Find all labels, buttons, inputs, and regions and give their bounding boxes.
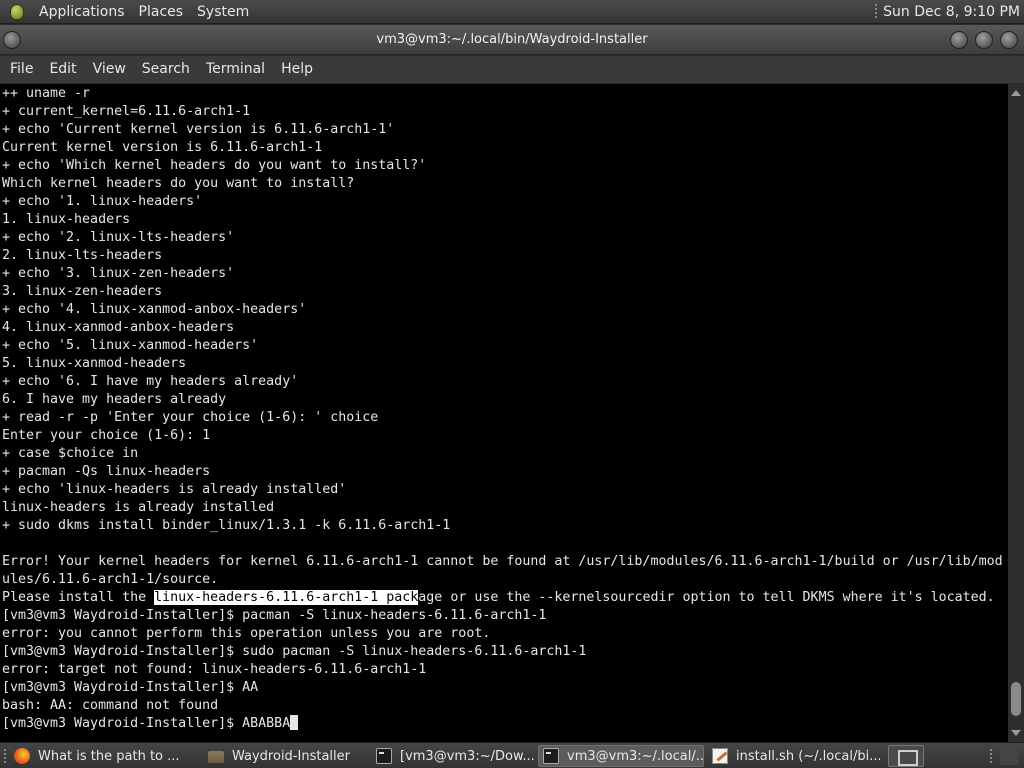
minimize-icon[interactable] (950, 31, 968, 49)
task-terminal-downloads[interactable]: [vm3@vm3:~/Dow... (372, 745, 536, 767)
terminal-line: + pacman -Qs linux-headers (2, 464, 211, 479)
scroll-down-icon[interactable] (1011, 730, 1021, 736)
terminal-line: Current kernel version is 6.11.6-arch1-1 (2, 140, 323, 155)
terminal-line: [vm3@vm3 Waydroid-Installer]$ pacman -S … (2, 608, 547, 623)
scrollbar-thumb[interactable] (1011, 682, 1021, 716)
menu-edit[interactable]: Edit (42, 56, 83, 83)
terminal-line: Error! Your kernel headers for kernel 6.… (2, 554, 1003, 569)
terminal-line: + read -r -p 'Enter your choice (1-6): '… (2, 410, 379, 425)
terminal-line: 2. linux-lts-headers (2, 248, 163, 263)
panel-separator (875, 3, 878, 20)
terminal-line: + current_kernel=6.11.6-arch1-1 (2, 104, 251, 119)
task-label: Waydroid-Installer (232, 748, 350, 764)
terminal-line: + echo 'Which kernel headers do you want… (2, 158, 427, 173)
terminal-line: Enter your choice (1-6): 1 (2, 428, 211, 443)
scroll-up-icon[interactable] (1011, 90, 1021, 96)
task-label: What is the path to ... (38, 748, 180, 764)
firefox-icon (14, 748, 30, 764)
terminal-line: [vm3@vm3 Waydroid-Installer]$ sudo pacma… (2, 644, 587, 659)
distro-logo-icon[interactable] (6, 1, 28, 23)
text-cursor (290, 715, 299, 730)
show-desktop-button[interactable] (888, 745, 924, 767)
terminal-line: + case $choice in (2, 446, 139, 461)
task-label: vm3@vm3:~/.local/... (567, 748, 704, 764)
task-text-editor[interactable]: install.sh (~/.local/bi... (708, 745, 880, 767)
terminal-line: error: you cannot perform this operation… (2, 626, 491, 641)
terminal-line: 6. I have my headers already (2, 392, 227, 407)
terminal-text-segment: age or use the --kernelsourcedir option … (418, 590, 995, 605)
terminal-line: 4. linux-xanmod-anbox-headers (2, 320, 235, 335)
terminal-line: + echo 'Current kernel version is 6.11.6… (2, 122, 395, 137)
top-panel: Applications Places System Sun Dec 8, 9:… (0, 0, 1024, 24)
menu-view[interactable]: View (86, 56, 133, 83)
terminal-output[interactable]: ++ uname -r + current_kernel=6.11.6-arch… (0, 84, 1008, 742)
menubar: File Edit View Search Terminal Help (0, 56, 1024, 83)
terminal-line: ules/6.11.6-arch1-1/source. (2, 572, 219, 587)
menu-help[interactable]: Help (274, 56, 320, 83)
taskbar-separator (990, 749, 992, 763)
terminal-line: + echo '4. linux-xanmod-anbox-headers' (2, 302, 307, 317)
task-file-manager[interactable]: Waydroid-Installer (204, 745, 368, 767)
terminal-line: error: target not found: linux-headers-6… (2, 662, 427, 677)
task-label: install.sh (~/.local/bi... (736, 748, 880, 764)
taskbar-handle (4, 749, 6, 763)
terminal-line: linux-headers is already installed (2, 500, 275, 515)
prompt-input[interactable]: [vm3@vm3 Waydroid-Installer]$ ABABBA (2, 716, 290, 731)
system-menu[interactable]: System (190, 0, 256, 24)
window-titlebar[interactable]: vm3@vm3:~/.local/bin/Waydroid-Installer (0, 25, 1024, 55)
task-terminal-active[interactable]: vm3@vm3:~/.local/... (538, 745, 704, 767)
terminal-line: ++ uname -r (2, 86, 91, 101)
terminal-line: + echo '1. linux-headers' (2, 194, 203, 209)
terminal-line: + echo '2. linux-lts-headers' (2, 230, 235, 245)
workspace-switcher[interactable] (1000, 747, 1018, 765)
task-firefox[interactable]: What is the path to ... (10, 745, 202, 767)
menu-terminal[interactable]: Terminal (199, 56, 272, 83)
terminal-scrollbar[interactable] (1008, 84, 1024, 742)
maximize-icon[interactable] (975, 31, 993, 49)
window-title: vm3@vm3:~/.local/bin/Waydroid-Installer (376, 32, 648, 47)
menu-file[interactable]: File (3, 56, 40, 83)
clock[interactable]: Sun Dec 8, 9:10 PM (883, 4, 1024, 20)
terminal-text-segment: Please install the (2, 590, 155, 605)
places-menu[interactable]: Places (132, 0, 191, 24)
terminal-line: + echo '5. linux-xanmod-headers' (2, 338, 259, 353)
terminal-line: [vm3@vm3 Waydroid-Installer]$ AA (2, 680, 259, 695)
terminal-line: + echo 'linux-headers is already install… (2, 482, 347, 497)
task-label: [vm3@vm3:~/Dow... (400, 748, 535, 764)
terminal-line: + echo '6. I have my headers already' (2, 374, 299, 389)
terminal-line-with-selection: Please install the linux-headers-6.11.6-… (2, 589, 1003, 607)
text-selection[interactable]: linux-headers-6.11.6-arch1-1 pack (154, 590, 419, 605)
applications-menu[interactable]: Applications (32, 0, 132, 24)
text-editor-icon (712, 748, 728, 764)
terminal-line: + sudo dkms install binder_linux/1.3.1 -… (2, 518, 451, 533)
terminal-line: 1. linux-headers (2, 212, 131, 227)
terminal-icon (376, 748, 392, 764)
folder-icon (208, 751, 224, 763)
terminal-line: Which kernel headers do you want to inst… (2, 176, 355, 191)
close-icon[interactable] (1000, 31, 1018, 49)
terminal-line: 5. linux-xanmod-headers (2, 356, 187, 371)
terminal-line: bash: AA: command not found (2, 698, 219, 713)
terminal-line: + echo '3. linux-zen-headers' (2, 266, 235, 281)
terminal-prompt-line[interactable]: [vm3@vm3 Waydroid-Installer]$ ABABBA (2, 715, 1003, 733)
terminal-text: ++ uname -r + current_kernel=6.11.6-arch… (2, 85, 1003, 733)
bottom-taskbar: What is the path to ... Waydroid-Install… (0, 742, 1024, 768)
terminal-icon (543, 748, 559, 764)
menu-search[interactable]: Search (135, 56, 197, 83)
terminal-line: 3. linux-zen-headers (2, 284, 163, 299)
